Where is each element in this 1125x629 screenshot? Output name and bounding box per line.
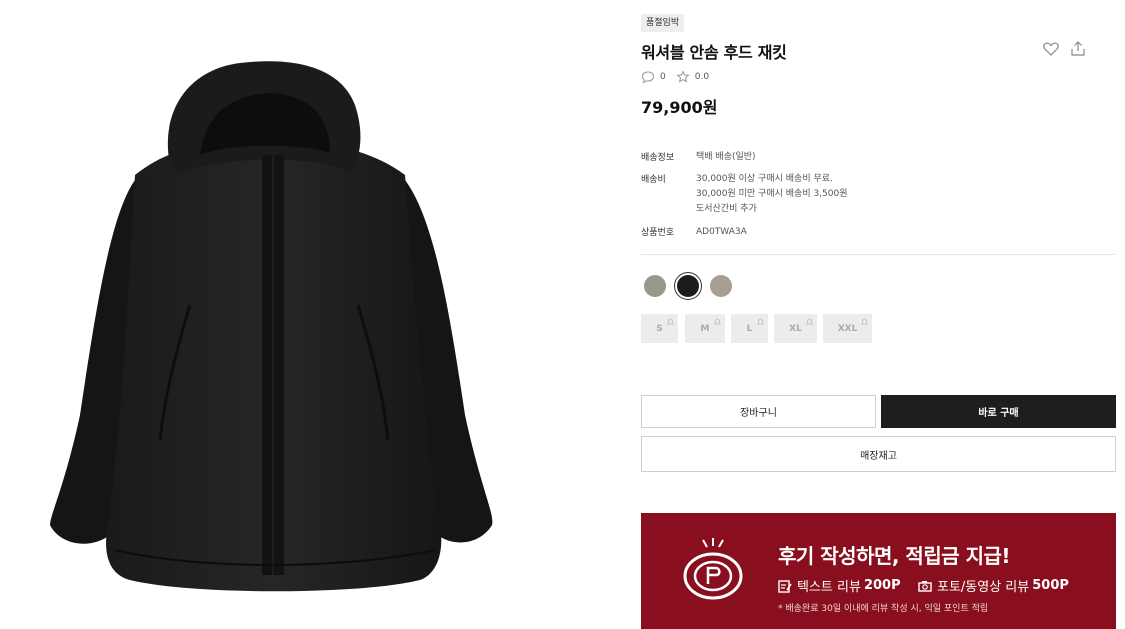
size-label: S <box>656 323 663 334</box>
pencil-note-icon <box>778 579 792 593</box>
size-label: M <box>700 323 710 334</box>
shipping-info-value: 택배 배송(일반) <box>696 152 756 162</box>
size-label: XL <box>789 323 802 334</box>
star-icon <box>676 70 690 83</box>
photo-review-points: 500P <box>1032 578 1069 593</box>
product-code-value: AD0TWA3A <box>696 227 747 237</box>
divider <box>641 254 1116 255</box>
rating-value: 0.0 <box>694 72 710 82</box>
buy-now-button[interactable]: 바로 구매 <box>881 395 1116 428</box>
banner-title: 후기 작성하면, 적립금 지급! <box>778 544 1011 568</box>
heart-icon[interactable] <box>1042 40 1060 58</box>
jacket-image <box>50 61 493 592</box>
fee-line-2: 30,000원 미만 구매시 배송비 3,500원 <box>696 189 848 199</box>
color-swatch-black[interactable] <box>677 275 699 297</box>
photo-review-reward: 포토/동영상 리뷰 500P <box>918 576 1069 595</box>
bell-icon <box>667 318 674 325</box>
size-option-xl[interactable]: XL <box>774 314 817 343</box>
bell-icon <box>757 318 764 325</box>
product-title: 워셔블 안솜 후드 재킷 <box>641 43 787 62</box>
bell-icon <box>806 318 813 325</box>
size-option-m[interactable]: M <box>685 314 725 343</box>
size-option-xxl[interactable]: XXL <box>823 314 872 343</box>
product-image[interactable] <box>0 0 560 629</box>
review-count: 0 <box>660 72 666 82</box>
share-icon[interactable] <box>1069 40 1087 58</box>
product-code-label: 상품번호 <box>641 228 675 238</box>
product-info-panel: 품절임박 워셔블 안솜 후드 재킷 0 0.0 79,900원 배송정보 택배 … <box>641 0 1116 629</box>
size-label: L <box>746 323 753 334</box>
shipping-fee-label: 배송비 <box>641 175 666 185</box>
shipping-fee-value: 30,000원 이상 구매시 배송비 무료. 30,000원 미만 구매시 배송… <box>696 172 848 217</box>
add-to-cart-button[interactable]: 장바구니 <box>641 395 876 428</box>
price: 79,900원 <box>641 98 718 117</box>
banner-note: * 배송완료 30일 이내에 리뷰 작성 시, 익일 포인트 적립 <box>778 604 989 614</box>
size-label: XXL <box>837 323 858 334</box>
text-review-points: 200P <box>863 578 901 593</box>
status-badge: 품절임박 <box>641 14 685 32</box>
coin-point-icon <box>683 538 743 600</box>
size-option-l[interactable]: L <box>731 314 768 343</box>
color-swatch-beige[interactable] <box>710 275 732 297</box>
text-review-label: 텍스트 리뷰 <box>797 580 861 595</box>
bell-icon <box>714 318 721 325</box>
bell-icon <box>861 318 868 325</box>
color-swatch-gray[interactable] <box>644 275 666 297</box>
review-rating-row: 0 0.0 <box>641 70 719 84</box>
shipping-info-label: 배송정보 <box>641 153 675 163</box>
size-option-s[interactable]: S <box>641 314 678 343</box>
camera-icon <box>918 580 932 592</box>
store-stock-button[interactable]: 매장재고 <box>641 436 1116 472</box>
comment-icon <box>641 71 655 84</box>
text-review-reward: 텍스트 리뷰 200P <box>778 576 901 595</box>
fee-line-3: 도서산간비 추가 <box>696 204 757 214</box>
photo-review-label: 포토/동영상 리뷰 <box>937 580 1030 595</box>
fee-line-1: 30,000원 이상 구매시 배송비 무료. <box>696 174 833 184</box>
review-reward-banner[interactable]: 후기 작성하면, 적립금 지급! 텍스트 리뷰 200P 포토/동영상 리뷰 5… <box>641 513 1116 629</box>
